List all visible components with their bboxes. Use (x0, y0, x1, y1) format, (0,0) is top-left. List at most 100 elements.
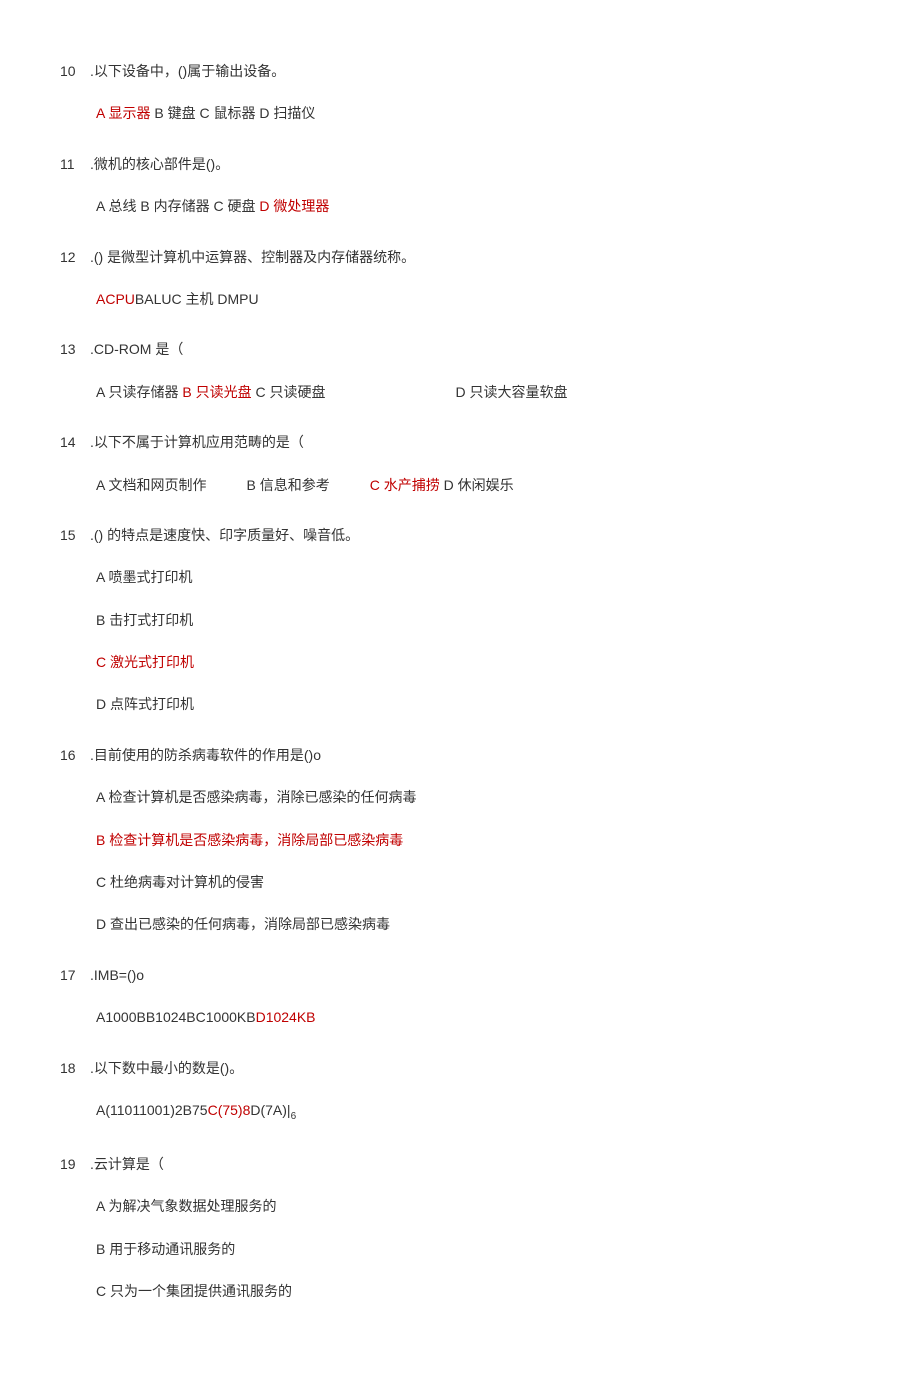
options-block: A 喷墨式打印机 B 击打式打印机 C 激光式打印机 D 点阵式打印机 (60, 566, 860, 716)
question-stem: 17.IMB=()o (60, 964, 860, 986)
option-text-highlight: A 显示器 (96, 105, 150, 121)
question-number: 12 (60, 246, 90, 268)
option-text: 6 (291, 1111, 297, 1122)
question-17: 17.IMB=()o A1000BB1024BC1000KBD1024KB (60, 964, 860, 1029)
question-text: .IMB=()o (90, 964, 860, 986)
options-block: A(11011001)2B75C(75)8D(7A)|6 (60, 1099, 860, 1125)
option-text: D 查出已感染的任何病毒，消除局部已感染病毒 (96, 916, 390, 932)
option-text: B 击打式打印机 (96, 612, 193, 628)
question-stem: 15.() 的特点是速度快、印字质量好、噪音低。 (60, 524, 860, 546)
question-12: 12.() 是微型计算机中运算器、控制器及内存储器统称。 ACPUBALUC 主机… (60, 246, 860, 311)
option-line: A 显示器 B 键盘 C 鼠标器 D 扫描仪 (96, 102, 860, 124)
question-14: 14.以下不属于计算机应用范畴的是（ A 文档和网页制作 B 信息和参考 C 水产捕捞… (60, 431, 860, 496)
question-stem: 18.以下数中最小的数是()。 (60, 1057, 860, 1079)
question-16: 16.目前使用的防杀病毒软件的作用是()o A 检查计算机是否感染病毒，消除已感染… (60, 744, 860, 936)
option-line: A(11011001)2B75C(75)8D(7A)|6 (96, 1099, 860, 1125)
option-text-highlight: C(75)8 (208, 1102, 251, 1118)
option-line: C 只为一个集团提供通讯服务的 (96, 1280, 860, 1302)
option-text: A(11011001)2B75 (96, 1102, 208, 1118)
question-text: .CD-ROM 是（ (90, 338, 860, 360)
document-body: 10.以下设备中，()属于输出设备。 A 显示器 B 键盘 C 鼠标器 D 扫描仪… (60, 60, 860, 1302)
question-stem: 10.以下设备中，()属于输出设备。 (60, 60, 860, 82)
options-block: A 检查计算机是否感染病毒，消除已感染的任何病毒 B 检查计算机是否感染病毒，消除… (60, 786, 860, 936)
option-text-highlight: D 微处理器 (259, 198, 329, 214)
option-text: BALUC 主机 DMPU (135, 291, 259, 307)
option-line: C 激光式打印机 (96, 651, 860, 673)
option-line: A 为解决气象数据处理服务的 (96, 1195, 860, 1217)
option-line: A 只读存储器 B 只读光盘 C 只读硬盘 D 只读大容量软盘 (96, 381, 860, 403)
question-text: .() 的特点是速度快、印字质量好、噪音低。 (90, 524, 860, 546)
option-text: A 总线 B 内存储器 C 硬盘 (96, 198, 259, 214)
question-text: .目前使用的防杀病毒软件的作用是()o (90, 744, 860, 766)
option-text-highlight: C 激光式打印机 (96, 654, 194, 670)
options-block: ACPUBALUC 主机 DMPU (60, 288, 860, 310)
question-stem: 12.() 是微型计算机中运算器、控制器及内存储器统称。 (60, 246, 860, 268)
question-number: 18 (60, 1057, 90, 1079)
option-line: A1000BB1024BC1000KBD1024KB (96, 1006, 860, 1028)
option-text: D(7A)| (250, 1102, 290, 1118)
option-line: D 查出已感染的任何病毒，消除局部已感染病毒 (96, 913, 860, 935)
option-line: B 击打式打印机 (96, 609, 860, 631)
question-number: 16 (60, 744, 90, 766)
option-line: D 点阵式打印机 (96, 693, 860, 715)
option-line: C 杜绝病毒对计算机的侵害 (96, 871, 860, 893)
question-text: .微机的核心部件是()。 (90, 153, 860, 175)
option-text-highlight: ACPU (96, 291, 135, 307)
option-line: A 检查计算机是否感染病毒，消除已感染的任何病毒 (96, 786, 860, 808)
question-number: 15 (60, 524, 90, 546)
options-block: A 为解决气象数据处理服务的 B 用于移动通讯服务的 C 只为一个集团提供通讯服务的 (60, 1195, 860, 1302)
option-line: B 用于移动通讯服务的 (96, 1238, 860, 1260)
question-number: 17 (60, 964, 90, 986)
question-text: .以下数中最小的数是()。 (90, 1057, 860, 1079)
option-text: C 杜绝病毒对计算机的侵害 (96, 874, 264, 890)
option-text: A 喷墨式打印机 (96, 569, 192, 585)
question-number: 11 (60, 153, 90, 175)
question-13: 13.CD-ROM 是（ A 只读存储器 B 只读光盘 C 只读硬盘 D 只读大容量… (60, 338, 860, 403)
question-stem: 16.目前使用的防杀病毒软件的作用是()o (60, 744, 860, 766)
option-line: A 喷墨式打印机 (96, 566, 860, 588)
option-line: A 总线 B 内存储器 C 硬盘 D 微处理器 (96, 195, 860, 217)
question-stem: 14.以下不属于计算机应用范畴的是（ (60, 431, 860, 453)
option-text-highlight: B 检查计算机是否感染病毒，消除局部已感染病毒 (96, 832, 403, 848)
option-text: A 为解决气象数据处理服务的 (96, 1198, 276, 1214)
option-line: A 文档和网页制作 B 信息和参考 C 水产捕捞 D 休闲娱乐 (96, 474, 860, 496)
options-block: A 只读存储器 B 只读光盘 C 只读硬盘 D 只读大容量软盘 (60, 381, 860, 403)
option-text: A1000BB1024BC1000KB (96, 1009, 256, 1025)
option-text: A 只读存储器 (96, 384, 182, 400)
options-block: A 显示器 B 键盘 C 鼠标器 D 扫描仪 (60, 102, 860, 124)
question-10: 10.以下设备中，()属于输出设备。 A 显示器 B 键盘 C 鼠标器 D 扫描仪 (60, 60, 860, 125)
option-text-highlight: B 只读光盘 (182, 384, 251, 400)
option-text-highlight: D1024KB (256, 1009, 316, 1025)
question-stem: 13.CD-ROM 是（ (60, 338, 860, 360)
option-text: D 只读大容量软盘 (455, 384, 567, 400)
option-text-highlight: C 水产捕捞 (370, 477, 440, 493)
option-text: A 文档和网页制作 (96, 477, 206, 493)
options-block: A 文档和网页制作 B 信息和参考 C 水产捕捞 D 休闲娱乐 (60, 474, 860, 496)
question-text: .云计算是（ (90, 1153, 860, 1175)
question-text: .以下不属于计算机应用范畴的是（ (90, 431, 860, 453)
question-stem: 11.微机的核心部件是()。 (60, 153, 860, 175)
option-line: ACPUBALUC 主机 DMPU (96, 288, 860, 310)
question-number: 13 (60, 338, 90, 360)
option-text: C 只为一个集团提供通讯服务的 (96, 1283, 292, 1299)
option-text: A 检查计算机是否感染病毒，消除已感染的任何病毒 (96, 789, 416, 805)
question-18: 18.以下数中最小的数是()。 A(11011001)2B75C(75)8D(7A… (60, 1057, 860, 1125)
option-text: B 信息和参考 (246, 477, 329, 493)
question-19: 19.云计算是（ A 为解决气象数据处理服务的 B 用于移动通讯服务的 C 只为一个集… (60, 1153, 860, 1303)
question-text: .以下设备中，()属于输出设备。 (90, 60, 860, 82)
question-text: .() 是微型计算机中运算器、控制器及内存储器统称。 (90, 246, 860, 268)
question-11: 11.微机的核心部件是()。 A 总线 B 内存储器 C 硬盘 D 微处理器 (60, 153, 860, 218)
option-text: B 键盘 C 鼠标器 D 扫描仪 (150, 105, 315, 121)
question-number: 10 (60, 60, 90, 82)
question-number: 14 (60, 431, 90, 453)
options-block: A 总线 B 内存储器 C 硬盘 D 微处理器 (60, 195, 860, 217)
option-line: B 检查计算机是否感染病毒，消除局部已感染病毒 (96, 829, 860, 851)
option-text: C 只读硬盘 (252, 384, 326, 400)
question-number: 19 (60, 1153, 90, 1175)
question-15: 15.() 的特点是速度快、印字质量好、噪音低。 A 喷墨式打印机 B 击打式打印机… (60, 524, 860, 716)
option-text: B 用于移动通讯服务的 (96, 1241, 235, 1257)
option-text: D 点阵式打印机 (96, 696, 194, 712)
options-block: A1000BB1024BC1000KBD1024KB (60, 1006, 860, 1028)
question-stem: 19.云计算是（ (60, 1153, 860, 1175)
option-text: D 休闲娱乐 (440, 477, 514, 493)
